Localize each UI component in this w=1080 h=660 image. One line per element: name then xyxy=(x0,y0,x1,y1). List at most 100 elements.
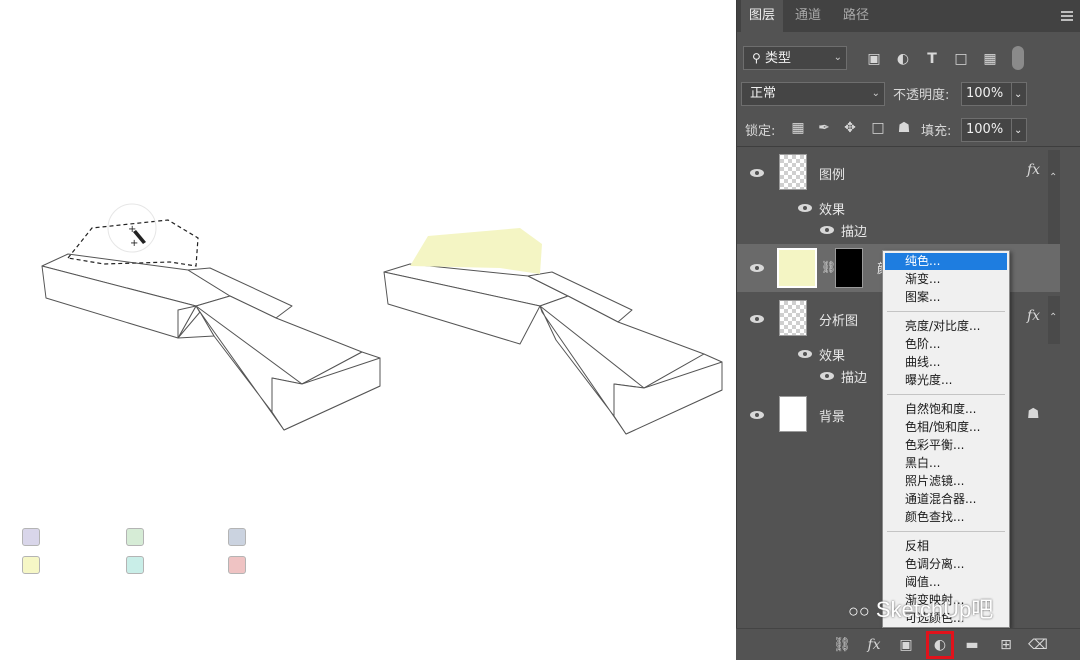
layer-thumbnail xyxy=(779,396,807,432)
adjustment-layer-menu: 纯色... 渐变... 图案... 亮度/对比度... 色阶... 曲线... … xyxy=(882,250,1010,628)
filter-pixel-icon[interactable]: ▣ xyxy=(865,50,883,68)
fx-icon[interactable]: fx xyxy=(1027,308,1040,324)
menu-item-solid-color[interactable]: 纯色... xyxy=(885,253,1007,270)
legend-swatch-pink xyxy=(228,556,246,574)
filter-type-icon[interactable]: T xyxy=(923,50,941,68)
legend-swatch-yellow xyxy=(22,556,40,574)
document-canvas[interactable]: + + xyxy=(0,0,736,660)
chevron-up-icon[interactable]: ⌃ xyxy=(1049,172,1057,183)
layer-name[interactable]: 分析图 xyxy=(819,310,858,329)
menu-item-color-lookup[interactable]: 颜色查找... xyxy=(885,509,1007,526)
filter-type-label: 类型 xyxy=(764,51,791,66)
layer-legend[interactable]: 图例 fx xyxy=(737,150,1048,198)
fill-label: 填充: xyxy=(921,124,952,139)
adjustment-icon[interactable]: ◐ xyxy=(926,631,954,659)
opacity-dropdown-button[interactable]: ⌄ xyxy=(1011,82,1027,106)
visibility-eye-icon[interactable] xyxy=(819,225,835,235)
blend-mode-value: 正常 xyxy=(750,86,777,101)
filter-adjustment-icon[interactable]: ◐ xyxy=(894,50,912,68)
menu-item-exposure[interactable]: 曝光度... xyxy=(885,372,1007,389)
menu-item-color-balance[interactable]: 色彩平衡... xyxy=(885,437,1007,454)
menu-item-photo-filter[interactable]: 照片滤镜... xyxy=(885,473,1007,490)
fx-icon[interactable]: fx xyxy=(864,635,884,655)
layer-filter-dropdown[interactable]: ⚲ 类型 ⌄ xyxy=(743,46,847,70)
crosshair-icon: + xyxy=(128,224,136,235)
mask-icon[interactable]: ▣ xyxy=(896,635,916,655)
visibility-eye-icon[interactable] xyxy=(797,203,813,213)
visibility-eye-icon[interactable] xyxy=(749,168,765,178)
layer-name[interactable]: 图例 xyxy=(819,164,845,183)
lock-transparent-icon[interactable]: ▦ xyxy=(789,119,807,137)
legend-swatch-cyan xyxy=(126,556,144,574)
menu-item-levels[interactable]: 色阶... xyxy=(885,336,1007,353)
app-window: + + 图层 通道 路径 ⚲ 类型 ⌄ ▣ ◐ T □ ▦ 正常 ⌄ 不透明度:… xyxy=(0,0,1080,660)
menu-item-gradient[interactable]: 渐变... xyxy=(885,271,1007,288)
chain-link-icon[interactable]: ⛓ xyxy=(821,260,836,274)
chevron-down-icon: ⌄ xyxy=(871,88,880,99)
filter-shape-icon[interactable]: □ xyxy=(952,50,970,68)
lock-label: 锁定: xyxy=(745,124,776,139)
layer-thumbnail xyxy=(779,154,807,190)
lock-position-icon[interactable]: ✥ xyxy=(841,119,859,137)
visibility-eye-icon[interactable] xyxy=(797,349,813,359)
tab-channels[interactable]: 通道 xyxy=(787,0,829,32)
layer-mask-thumbnail[interactable] xyxy=(835,248,863,288)
tab-paths[interactable]: 路径 xyxy=(835,0,877,32)
watermark-text: SketchUp吧 xyxy=(875,597,994,622)
stroke-effect-label: 描边 xyxy=(841,371,868,386)
opacity-label: 不透明度: xyxy=(893,88,950,103)
menu-divider xyxy=(887,531,1005,532)
menu-item-vibrance[interactable]: 自然饱和度... xyxy=(885,401,1007,418)
fx-icon[interactable]: fx xyxy=(1027,162,1040,178)
layer-name[interactable]: 背景 xyxy=(819,406,845,425)
search-icon: ⚲ xyxy=(752,51,761,65)
visibility-eye-icon[interactable] xyxy=(819,371,835,381)
visibility-eye-icon[interactable] xyxy=(749,314,765,324)
fill-color-thumbnail[interactable] xyxy=(777,248,817,288)
lock-brush-icon[interactable]: ✒ xyxy=(815,119,833,137)
visibility-eye-icon[interactable] xyxy=(749,410,765,420)
folder-icon[interactable]: ▬ xyxy=(962,635,982,655)
menu-item-invert[interactable]: 反相 xyxy=(885,538,1007,555)
fill-dropdown-button[interactable]: ⌄ xyxy=(1011,118,1027,142)
layer-stroke-effect-row[interactable]: 描边 xyxy=(737,220,1048,240)
panel-menu-icon[interactable] xyxy=(1061,11,1073,21)
legend-swatch-slate xyxy=(228,528,246,546)
filter-toggle-switch[interactable] xyxy=(1012,46,1024,70)
menu-item-pattern[interactable]: 图案... xyxy=(885,289,1007,306)
blend-mode-dropdown[interactable]: 正常 ⌄ xyxy=(741,82,885,106)
menu-item-channel-mixer[interactable]: 通道混合器... xyxy=(885,491,1007,508)
link-icon[interactable]: ⛓ xyxy=(832,635,852,655)
divider xyxy=(737,146,1080,147)
lock-artboard-icon[interactable]: □ xyxy=(869,119,887,137)
opacity-input[interactable]: 100% xyxy=(961,82,1013,106)
legend-swatch-mint xyxy=(126,528,144,546)
effects-label: 效果 xyxy=(819,349,846,364)
panel-tabbar: 图层 通道 路径 xyxy=(737,0,1080,32)
fill-input[interactable]: 100% xyxy=(961,118,1013,142)
layer-thumbnail xyxy=(779,300,807,336)
layers-scrollbar-upper[interactable]: ⌃ xyxy=(1048,150,1060,244)
menu-item-threshold[interactable]: 阈值... xyxy=(885,574,1007,591)
layers-scrollbar-lower[interactable]: ⌃ xyxy=(1048,296,1060,344)
trash-icon[interactable]: ⌫ xyxy=(1028,635,1048,655)
new-layer-icon[interactable]: ⊞ xyxy=(996,635,1016,655)
filter-smart-object-icon[interactable]: ▦ xyxy=(981,50,999,68)
lock-all-icon[interactable]: ☗ xyxy=(895,119,913,137)
layer-effects-row[interactable]: 效果 xyxy=(737,198,1048,218)
menu-item-curves[interactable]: 曲线... xyxy=(885,354,1007,371)
chevron-down-icon: ⌄ xyxy=(1014,125,1023,136)
visibility-eye-icon[interactable] xyxy=(749,263,765,273)
menu-item-black-white[interactable]: 黑白... xyxy=(885,455,1007,472)
chevron-up-icon[interactable]: ⌃ xyxy=(1049,312,1057,323)
legend-swatch-lavender xyxy=(22,528,40,546)
menu-item-hue-saturation[interactable]: 色相/饱和度... xyxy=(885,419,1007,436)
menu-item-brightness-contrast[interactable]: 亮度/对比度... xyxy=(885,318,1007,335)
chevron-down-icon: ⌄ xyxy=(833,52,842,63)
lock-icon[interactable]: ☗ xyxy=(1027,406,1040,422)
menu-item-posterize[interactable]: 色调分离... xyxy=(885,556,1007,573)
tab-layers[interactable]: 图层 xyxy=(741,0,784,32)
drawing: + + xyxy=(41,203,723,435)
layers-panel-footer: ⛓ fx ▣ ◐ ▬ ⊞ ⌫ xyxy=(736,628,1080,660)
left-building-model xyxy=(41,253,381,431)
